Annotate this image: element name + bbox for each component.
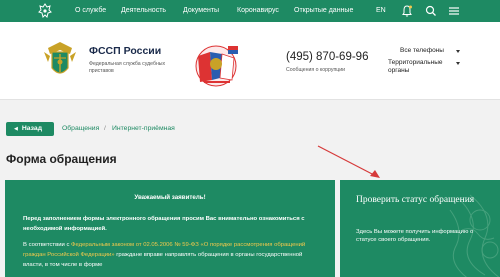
org-title[interactable]: ФССП России bbox=[89, 45, 161, 57]
back-button[interactable]: ◀ Назад bbox=[6, 122, 54, 136]
back-button-label: Назад bbox=[21, 125, 43, 132]
territorial-bodies-link[interactable]: Территориальные органы bbox=[388, 59, 458, 75]
breadcrumb-separator: / bbox=[104, 125, 106, 132]
notice-heading: Уважаемый заявитель! bbox=[134, 194, 206, 201]
anniversary-badge-image[interactable] bbox=[190, 42, 244, 90]
all-phones-link[interactable]: Все телефоны bbox=[400, 47, 444, 54]
search-icon[interactable] bbox=[424, 4, 438, 18]
arrow-left-icon: ◀ bbox=[14, 126, 18, 132]
notice-law-paragraph: В соответствии с Федеральным законом от … bbox=[23, 240, 321, 270]
nav-item-documents[interactable]: Документы bbox=[183, 0, 219, 22]
menu-icon[interactable] bbox=[447, 4, 461, 18]
nav-item-about[interactable]: О службе bbox=[75, 0, 106, 22]
org-subtitle: Федеральная служба судебных приставов bbox=[89, 61, 166, 74]
chevron-down-icon[interactable] bbox=[456, 50, 460, 53]
check-status-text: Здесь Вы можете получить информацию о ст… bbox=[356, 229, 474, 243]
lang-switch[interactable]: EN bbox=[376, 0, 386, 22]
bell-icon[interactable] bbox=[400, 4, 414, 18]
check-status-panel[interactable]: Проверить статус обращения Здесь Вы може… bbox=[340, 180, 500, 277]
notice-text: В соответствии с bbox=[23, 242, 72, 248]
check-status-title[interactable]: Проверить статус обращения bbox=[356, 194, 476, 206]
nav-item-open-data[interactable]: Открытые данные bbox=[294, 0, 353, 22]
notice-panel: Уважаемый заявитель! Перед заполнением ф… bbox=[5, 180, 335, 277]
corruption-phone-note: Сообщения о коррупции bbox=[286, 67, 346, 73]
page-title: Форма обращения bbox=[6, 152, 117, 166]
breadcrumb-appeals[interactable]: Обращения bbox=[62, 125, 99, 132]
corruption-phone[interactable]: (495) 870-69-96 bbox=[286, 51, 368, 63]
breadcrumb-internet-reception[interactable]: Интернет-приёмная bbox=[112, 125, 175, 132]
top-nav: О службе Деятельность Документы Коронави… bbox=[0, 0, 500, 22]
fssp-logo[interactable] bbox=[40, 38, 80, 82]
nav-item-coronavirus[interactable]: Коронавирус bbox=[237, 0, 279, 22]
nav-item-activity[interactable]: Деятельность bbox=[121, 0, 166, 22]
emblem-icon[interactable] bbox=[38, 3, 52, 19]
notice-paragraph: Перед заполнением формы электронного обр… bbox=[23, 216, 305, 232]
site-header: ФССП России Федеральная служба судебных … bbox=[0, 22, 500, 100]
chevron-down-icon[interactable] bbox=[456, 62, 460, 65]
